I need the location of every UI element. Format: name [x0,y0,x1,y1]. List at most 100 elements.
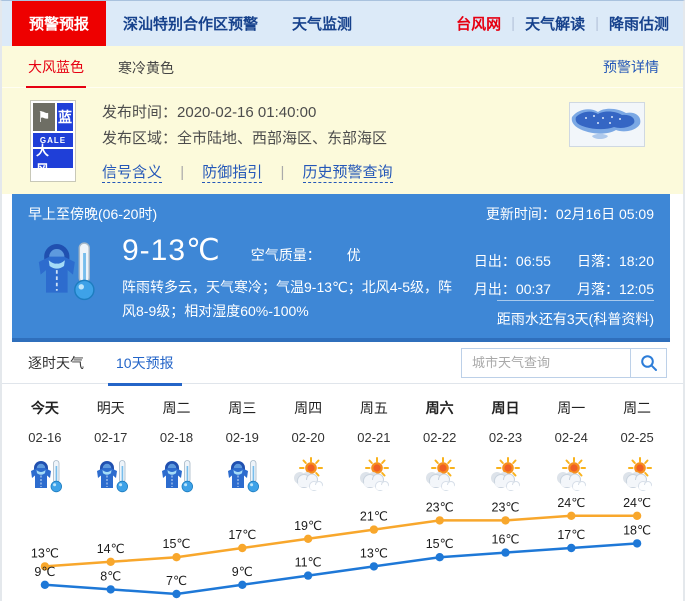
temp-point [501,548,509,556]
defense-guide-link[interactable]: 防御指引 [202,164,262,183]
temp-label: 18℃ [623,523,651,537]
warning-details-link[interactable]: 预警详情 [603,57,659,77]
warning-tab-gale-blue[interactable]: 大风蓝色 [26,45,86,88]
divider: | [595,15,599,32]
sunset-time: 日落：18:20 [577,249,654,273]
forecast-day-label: 明天 [78,398,144,418]
temp-point [633,539,641,547]
nav-tab-warning-forecast[interactable]: 预警预报 [12,1,106,46]
city-search [461,348,667,378]
forecast-date-label: 02-25 [604,430,670,445]
tab-ten-day-forecast[interactable]: 10天预报 [114,341,176,385]
nav-tab-shenshan-warning[interactable]: 深汕特别合作区预警 [106,1,275,46]
update-time: 更新时间：02月16日 05:09 [486,204,654,224]
temp-point [238,544,246,552]
sun-moon-times: 日出：06:55 日落：18:20 月出：00:37 月落：12:05 [474,249,654,301]
temp-label: 23℃ [426,500,454,514]
warning-tab-cold-yellow[interactable]: 寒冷黄色 [116,46,176,87]
aqi-label: 空气质量： [251,245,321,265]
temp-point [304,535,312,543]
tab-hourly-weather[interactable]: 逐时天气 [26,341,86,385]
temp-point [436,516,444,524]
temp-label: 13℃ [31,546,59,560]
nav-link-typhoon[interactable]: 台风网 [456,13,501,34]
temp-point [567,544,575,552]
update-time-value: 02月16日 05:09 [556,206,654,222]
temp-point [304,571,312,579]
forecast-date-label: 02-22 [407,430,473,445]
temp-label: 15℃ [426,537,454,551]
temp-label: 9℃ [232,565,253,579]
temp-point [107,558,115,566]
forecast-column[interactable]: 周一02-24 [538,384,604,498]
moonrise-time: 月出：00:37 [474,277,551,301]
weather-icon-partly-cloudy [604,454,670,498]
history-warning-link[interactable]: 历史预警查询 [303,164,393,183]
forecast-column[interactable]: 明天 02-17 [78,384,144,498]
nav-link-weather-explain[interactable]: 天气解读 [525,13,585,34]
forecast-column[interactable]: 周五 02-21 [341,384,407,498]
issue-time-label: 发布时间： [102,104,177,121]
temp-label: 15℃ [163,537,191,551]
temp-point [370,562,378,570]
temp-point [501,516,509,524]
nav-link-rain-estimate[interactable]: 降雨估测 [609,13,669,34]
temp-label: 19℃ [294,519,322,533]
nav-links: 台风网 | 天气解读 | 降雨估测 [456,1,683,46]
forecast-date-label: 02-17 [78,430,144,445]
temp-point [238,581,246,589]
temp-point [436,553,444,561]
forecast-column[interactable]: 周三02-19 [209,384,275,498]
weather-description: 阵雨转多云，天气寒冷；气温9-13℃；北风4-5级，阵风8-9级；相对湿度60%… [122,275,460,323]
current-weather-panel: 早上至傍晚(06-20时) 更新时间：02月16日 05:09 [12,194,670,342]
forecast-column[interactable]: 今天02-16 [12,384,78,498]
forecast-column[interactable]: 周六02-22 [407,384,473,498]
top-nav: 预警预报 深汕特别合作区预警 天气监测 台风网 | 天气解读 | 降雨估测 [2,1,683,46]
temp-label: 24℃ [557,498,585,510]
temp-line [45,543,637,594]
aqi-value: 优 [347,245,361,265]
forecast-day-label: 周三 [209,398,275,418]
forecast-date-label: 02-23 [473,430,539,445]
forecast-column[interactable]: 周日02-23 [473,384,539,498]
issue-time-value: 2020-02-16 01:40:00 [177,104,316,121]
search-input[interactable] [461,348,631,378]
nav-tab-weather-monitor[interactable]: 天气监测 [275,1,369,46]
rain-countdown[interactable]: 距雨水还有3天(科普资料) [497,300,654,329]
cold-weather-icon-large [28,235,100,307]
temp-point [567,512,575,520]
search-icon [640,354,658,372]
forecast-column[interactable]: 周二02-18 [144,384,210,498]
temp-label: 7℃ [166,574,187,588]
temp-label: 14℃ [97,542,125,556]
temp-label: 11℃ [295,556,322,570]
chart-wrap: 13℃14℃15℃17℃19℃21℃23℃23℃24℃24℃9℃8℃7℃9℃11… [12,498,670,601]
forecast-column[interactable]: 周二02-25 [604,384,670,498]
weather-icon-partly-cloudy [341,454,407,498]
gale-blue-signal-icon: ⚑ 蓝 GALE 大 风 [30,100,76,182]
forecast-day-label: 周五 [341,398,407,418]
weather-icon-cold [78,454,144,498]
weather-icon-cold [144,454,210,498]
temp-block: 9-13℃ 空气质量： 优 阵雨转多云，天气寒冷；气温9-13℃；北风4-5级，… [122,233,460,323]
weather-icon-cold [12,454,78,498]
temperature-range: 9-13℃ [122,233,221,268]
shenzhen-map-icon [570,103,644,146]
forecast-day-label: 周二 [144,398,210,418]
forecast-tab-bar: 逐时天气 10天预报 [2,342,683,384]
divider: | [280,164,284,181]
temp-label: 13℃ [360,546,388,560]
moonset-time: 月落：12:05 [577,277,654,301]
forecast-column[interactable]: 周四02-20 [275,384,341,498]
divider: | [180,164,184,181]
forecast-date-label: 02-21 [341,430,407,445]
signal-name-label: 大 风 [33,149,73,168]
search-button[interactable] [631,348,667,378]
forecast-date-label: 02-24 [538,430,604,445]
signal-meaning-link[interactable]: 信号含义 [102,164,162,183]
warning-map-thumbnail[interactable] [569,102,645,147]
warning-info: 发布时间：2020-02-16 01:40:00 发布区域：全市陆地、西部海区、… [102,100,393,182]
temp-point [41,581,49,589]
temp-point [172,590,180,598]
temp-label: 17℃ [557,528,585,542]
